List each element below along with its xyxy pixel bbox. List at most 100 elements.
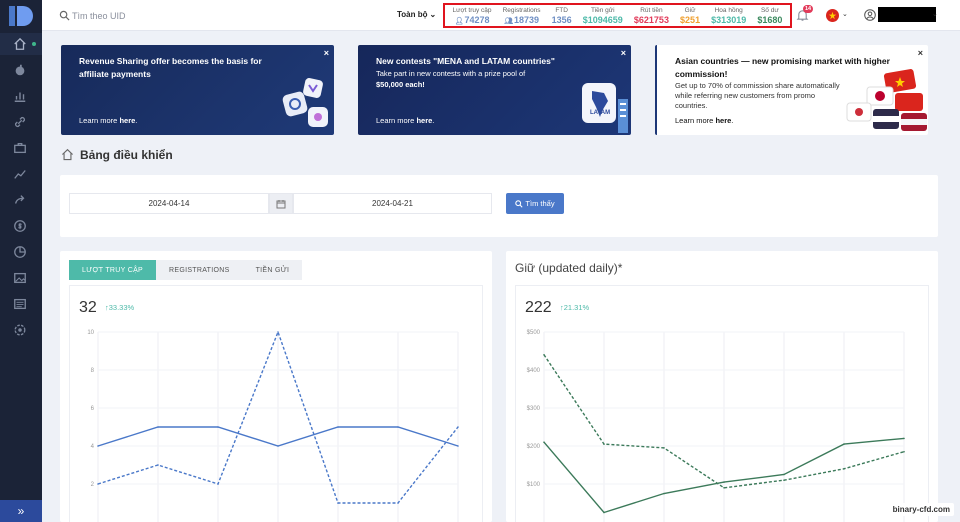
chevron-down-icon: ⌄ [429, 10, 437, 19]
sidebar-collapse-button[interactable]: » [0, 500, 42, 522]
user-menu-chevron-icon[interactable]: ⌄ [932, 10, 938, 18]
chart-tabs: LƯỢT TRUY CẬP REGISTRATIONS TIỀN GỬI [69, 260, 303, 280]
sidebar-item-analytics[interactable] [12, 244, 28, 260]
banner-contests[interactable]: New contests "MENA and LATAM countries" … [358, 45, 631, 135]
data-point [97, 483, 99, 485]
banner-title: New contests "MENA and LATAM countries" [376, 56, 555, 66]
scope-dropdown[interactable]: Toàn bộ ⌄ [397, 10, 436, 19]
banner-prize: $50,000 each! [376, 80, 425, 89]
sidebar-item-news[interactable] [12, 296, 28, 312]
hold-chart-title: Giữ (updated daily)* [515, 261, 623, 275]
calendar-icon [276, 199, 286, 208]
date-to-input[interactable] [293, 193, 492, 214]
tokens-illustration-icon [282, 78, 328, 127]
data-point [457, 426, 459, 428]
pie-chart-icon [14, 246, 26, 258]
home-icon [62, 148, 73, 161]
sidebar-item-apple[interactable] [12, 62, 28, 78]
stat-item: Registrations 👥︎18739 [503, 7, 541, 25]
date-filter-card: Tìm thấy [60, 175, 938, 237]
stat-item: FTD 1356 [552, 7, 572, 25]
home-icon [14, 37, 26, 50]
find-button[interactable]: Tìm thấy [506, 193, 564, 214]
gear-dollar-icon [14, 324, 26, 336]
image-icon [14, 272, 26, 284]
people-icon: 👥︎ [504, 17, 513, 25]
tab-0[interactable]: LƯỢT TRUY CẬP [69, 260, 157, 280]
data-point [903, 450, 905, 453]
vietnam-flag-icon[interactable] [826, 9, 839, 22]
y-tick-label: 2 [91, 482, 95, 488]
stat-value: $621753 [633, 14, 669, 25]
stat-label: Số dư [760, 6, 779, 14]
y-tick-label: $200 [527, 444, 541, 450]
top-header: Toàn bộ ⌄ Lượt truy cập👤︎74278 Registrati… [42, 0, 960, 31]
data-point [603, 443, 605, 445]
link-icon [14, 116, 26, 128]
sidebar-item-reports[interactable] [12, 166, 28, 182]
banner-revenue-sharing[interactable]: Revenue Sharing offer becomes the basis … [61, 45, 334, 135]
search-icon [515, 199, 523, 208]
data-point [723, 487, 725, 489]
uid-search-input[interactable] [70, 7, 270, 24]
trend-icon [14, 170, 26, 179]
banner-close-button[interactable]: × [324, 48, 329, 58]
data-point [543, 441, 545, 443]
redacted-username[interactable] [878, 7, 936, 22]
active-indicator-dot [32, 42, 36, 46]
stat-value: 👥︎18739 [504, 14, 540, 25]
data-point [843, 468, 845, 470]
apple-icon [15, 64, 25, 76]
banner-asian-countries[interactable]: Asian countries — new promising market w… [655, 45, 928, 135]
stat-item: Tiền gửi $1094659 [583, 7, 623, 25]
language-chevron-icon[interactable]: ⌄ [842, 10, 848, 18]
sidebar-item-settings[interactable] [12, 322, 28, 338]
data-point [663, 447, 665, 449]
notification-badge: 14 [803, 5, 814, 13]
sidebar-item-dashboard[interactable] [12, 36, 28, 52]
stat-label: Tiền gửi [590, 6, 615, 14]
data-point [337, 426, 339, 428]
data-point [337, 502, 339, 504]
banner-close-button[interactable]: × [621, 48, 626, 58]
user-avatar-icon[interactable] [864, 9, 876, 21]
page-title: Bảng điều khiển [80, 148, 173, 162]
data-point [783, 479, 785, 481]
latam-label: LATAM [590, 110, 611, 116]
data-point [157, 426, 159, 428]
banner-close-button[interactable]: × [918, 48, 923, 58]
stat-value: $251 [680, 14, 701, 25]
scope-label: Toàn bộ [397, 10, 428, 19]
tab-2[interactable]: TIỀN GỬI [242, 260, 303, 280]
banner-learn-more[interactable]: Learn more here. [79, 116, 137, 125]
calendar-button[interactable] [269, 193, 293, 214]
data-point [397, 426, 399, 428]
sidebar-item-media[interactable] [12, 270, 28, 286]
sidebar-item-statistics[interactable] [12, 88, 28, 104]
data-point [97, 445, 99, 447]
stat-item: Hoa hồng $313019 [711, 7, 746, 25]
data-point [903, 437, 905, 440]
banner-subtitle: Get up to 70% of commission share automa… [675, 81, 840, 110]
date-from-input[interactable] [69, 193, 269, 214]
tab-1[interactable]: REGISTRATIONS [156, 260, 243, 280]
data-point [277, 445, 279, 447]
brand-logo[interactable] [9, 6, 33, 26]
data-point [157, 464, 159, 466]
traffic-line-chart: 10 8 6 4 2 [87, 329, 459, 522]
person-icon: 👤︎ [454, 17, 464, 25]
data-point [397, 502, 399, 504]
share-icon [14, 195, 25, 204]
banner-learn-more[interactable]: Learn more here. [376, 116, 434, 125]
sidebar-item-referrals[interactable] [12, 192, 28, 208]
stat-item: Số dư $1680 [757, 7, 782, 25]
banner-learn-more[interactable]: Learn more here. [675, 116, 733, 125]
search-icon [59, 10, 70, 21]
data-point [457, 445, 459, 447]
double-chevron-right-icon: » [17, 504, 25, 518]
sidebar-item-payments[interactable] [12, 218, 28, 234]
traffic-chart-card: LƯỢT TRUY CẬP REGISTRATIONS TIỀN GỬI 32 ↑3… [60, 251, 492, 522]
sidebar-item-links[interactable] [12, 114, 28, 130]
y-tick-label: $400 [527, 368, 541, 374]
sidebar-item-promo[interactable] [12, 140, 28, 156]
